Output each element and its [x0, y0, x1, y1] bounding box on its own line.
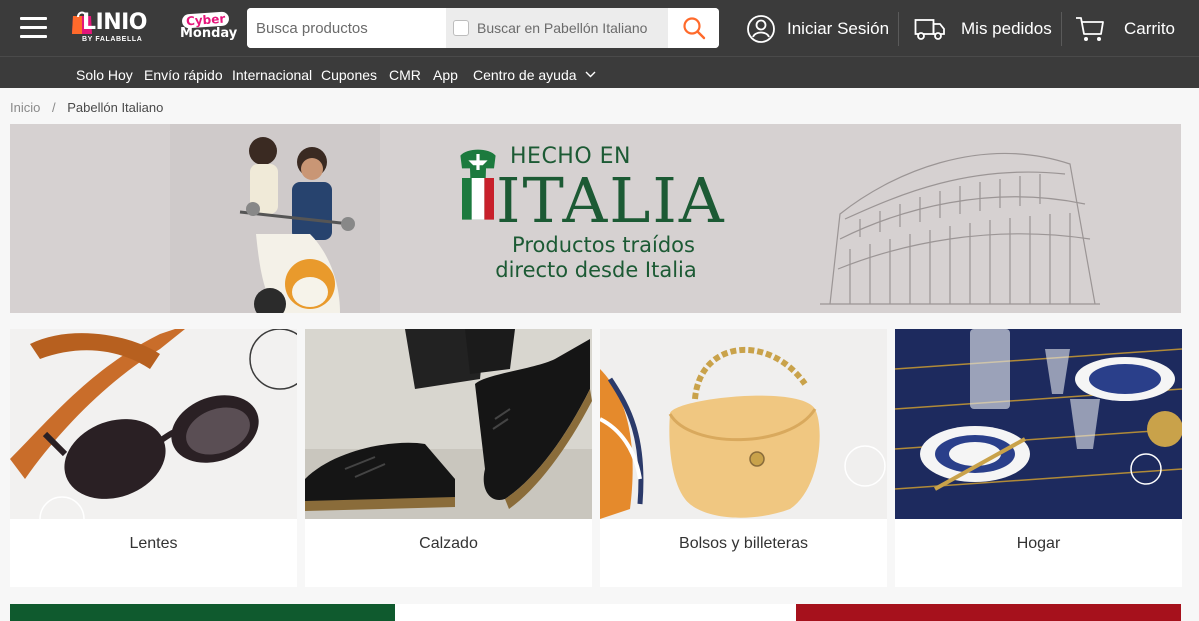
category-nav: Solo Hoy Envío rápido Internacional Cupo…	[0, 56, 1199, 88]
category-card-calzado[interactable]: Calzado	[305, 329, 592, 587]
category-image-lentes	[10, 329, 297, 519]
logo-subtext: BY FALABELLA	[82, 36, 143, 43]
banner-line3: Productos traídos	[512, 233, 695, 257]
cart-link[interactable]: Carrito	[1075, 12, 1175, 46]
chevron-down-icon	[585, 71, 596, 78]
header-divider	[898, 12, 899, 46]
italy-map-icon	[460, 149, 496, 220]
hero-banner[interactable]: HECHO EN ITALIA Productos traídos direct…	[10, 124, 1181, 313]
search-scope-checkbox[interactable]	[453, 20, 469, 36]
category-image-calzado	[305, 329, 592, 519]
category-card-hogar[interactable]: Hogar	[895, 329, 1182, 587]
nav-item-cmr[interactable]: CMR	[389, 67, 421, 83]
category-image-bolsos	[600, 329, 887, 519]
orders-label: Mis pedidos	[961, 19, 1052, 38]
nav-item-internacional[interactable]: Internacional	[232, 67, 312, 83]
search-icon	[682, 17, 705, 40]
category-card-lentes[interactable]: Lentes	[10, 329, 297, 587]
user-icon	[747, 15, 775, 43]
nav-item-envio-rapido[interactable]: Envío rápido	[144, 67, 223, 83]
breadcrumb-home[interactable]: Inicio	[10, 100, 40, 115]
linio-logo[interactable]: LINIO BY FALABELLA	[70, 8, 166, 48]
login-label: Iniciar Sesión	[787, 19, 890, 38]
category-label: Calzado	[419, 535, 478, 552]
orders-link[interactable]: Mis pedidos	[914, 12, 1052, 46]
category-card-bolsos[interactable]: Bolsos y billeteras	[600, 329, 887, 587]
shoes-image	[305, 329, 592, 519]
top-header: LINIO BY FALABELLA Cyber Monday Buscar e…	[0, 0, 1199, 56]
category-label: Hogar	[1016, 535, 1061, 552]
colosseum-sketch-icon	[820, 152, 1100, 305]
sunglasses-image	[10, 329, 297, 519]
category-image-hogar	[895, 329, 1182, 519]
flag-stripe-white	[395, 604, 796, 621]
nav-item-solo-hoy[interactable]: Solo Hoy	[76, 67, 133, 83]
nav-item-centro-de-ayuda[interactable]: Centro de ayuda	[473, 67, 596, 83]
category-label: Bolsos y billeteras	[679, 535, 808, 552]
handbag-image	[600, 329, 887, 519]
truck-icon	[914, 19, 945, 40]
search-input[interactable]	[247, 8, 446, 48]
cart-label: Carrito	[1124, 19, 1176, 38]
logo-text: LINIO	[82, 10, 148, 35]
breadcrumb-separator: /	[51, 100, 56, 115]
search-scope-label: Buscar en Pabellón Italiano	[477, 20, 648, 36]
search-bar: Buscar en Pabellón Italiano	[247, 8, 719, 48]
nav-item-label: Centro de ayuda	[473, 67, 577, 83]
banner-line4: directo desde Italia	[495, 258, 697, 282]
search-button[interactable]	[668, 8, 719, 48]
nav-item-app[interactable]: App	[433, 67, 458, 83]
breadcrumb-current: Pabellón Italiano	[67, 100, 164, 115]
breadcrumb: Inicio / Pabellón Italiano	[10, 100, 163, 115]
nav-item-cupones[interactable]: Cupones	[321, 67, 377, 83]
cart-icon	[1076, 17, 1104, 41]
promo-line2: Monday	[180, 26, 238, 41]
tableware-image	[895, 329, 1182, 519]
search-scope-toggle[interactable]: Buscar en Pabellón Italiano	[446, 8, 668, 48]
cyber-monday-badge[interactable]: Cyber Monday	[178, 11, 238, 45]
login-link[interactable]: Iniciar Sesión	[746, 12, 889, 46]
header-divider	[1061, 12, 1062, 46]
banner-line2: ITALIA	[496, 164, 726, 237]
flag-stripe-green	[10, 604, 395, 621]
flag-stripe-red	[796, 604, 1181, 621]
category-label: Lentes	[129, 535, 178, 552]
hamburger-menu-icon[interactable]	[20, 17, 47, 39]
